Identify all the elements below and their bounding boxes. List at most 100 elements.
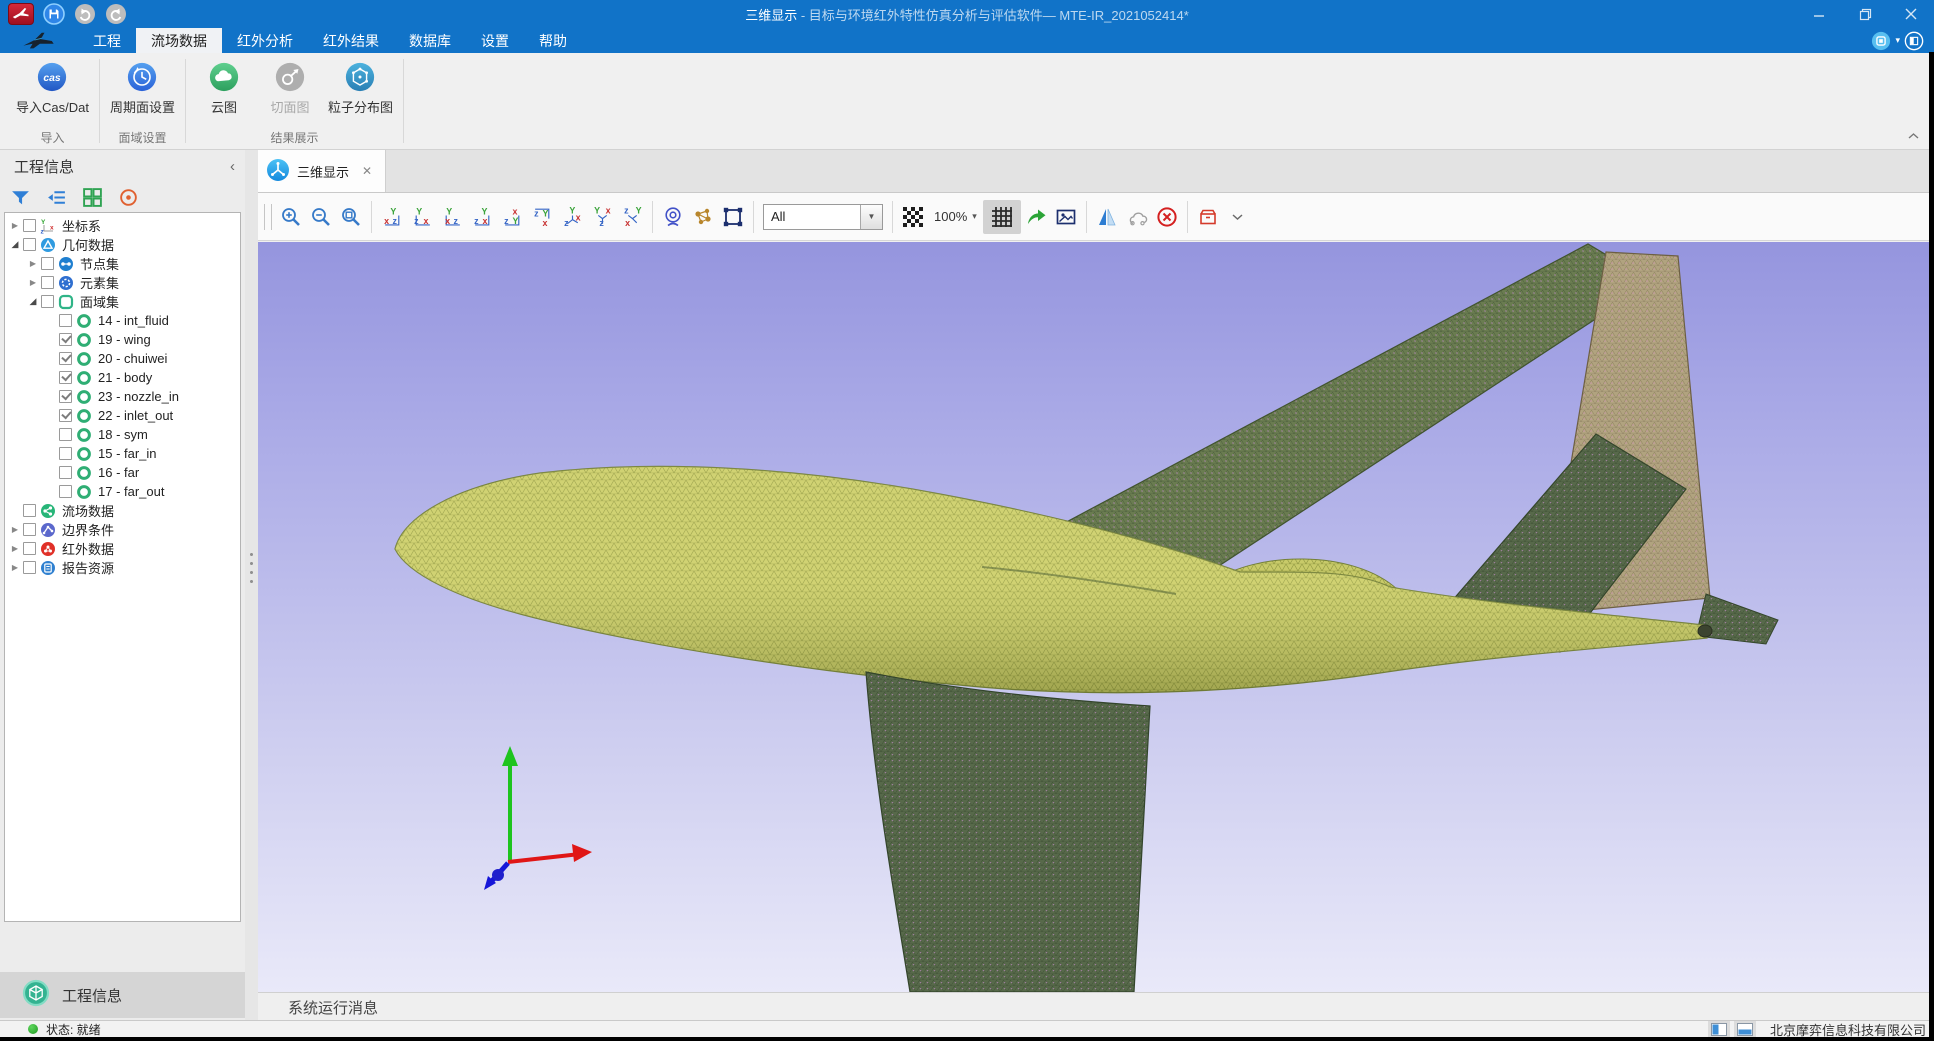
view-left-icon[interactable]: Yxz bbox=[437, 200, 467, 234]
probe-camera-icon[interactable] bbox=[658, 200, 688, 234]
tree-checkbox[interactable] bbox=[59, 409, 72, 422]
tree-checkbox[interactable] bbox=[59, 485, 72, 498]
checkerboard-icon[interactable] bbox=[898, 200, 928, 234]
tree-checkbox[interactable] bbox=[59, 371, 72, 384]
expander-collapsed-icon[interactable]: ▶ bbox=[27, 259, 39, 268]
tree-item-几何数据[interactable]: ◢几何数据 bbox=[5, 235, 240, 254]
tree-item-19 - wing[interactable]: 19 - wing bbox=[5, 330, 240, 349]
tree-item-边界条件[interactable]: ▶边界条件 bbox=[5, 520, 240, 539]
tree-item-红外数据[interactable]: ▶红外数据 bbox=[5, 539, 240, 558]
layout-bottom-panel-icon[interactable] bbox=[1734, 1021, 1756, 1037]
expander-collapsed-icon[interactable]: ▶ bbox=[27, 278, 39, 287]
view-iso-3-icon[interactable]: zYx bbox=[617, 200, 647, 234]
tab-close-icon[interactable]: ✕ bbox=[362, 164, 372, 178]
tree-checkbox[interactable] bbox=[23, 542, 36, 555]
tree-item-17 - far_out[interactable]: 17 - far_out bbox=[5, 482, 240, 501]
tree-item-坐标系[interactable]: ▶Yzx坐标系 bbox=[5, 216, 240, 235]
tree-checkbox[interactable] bbox=[23, 504, 36, 517]
share-arrow-icon[interactable] bbox=[1021, 200, 1051, 234]
menu-tab-红外分析[interactable]: 红外分析 bbox=[222, 28, 308, 53]
mirror-icon[interactable] bbox=[1092, 200, 1122, 234]
tree-checkbox[interactable] bbox=[23, 238, 36, 251]
expander-collapsed-icon[interactable]: ▶ bbox=[9, 544, 21, 553]
filter-funnel-icon[interactable] bbox=[10, 187, 31, 208]
view-iso-2-icon[interactable]: Yxz bbox=[587, 200, 617, 234]
tree-checkbox[interactable] bbox=[41, 295, 54, 308]
menu-tab-工程[interactable]: 工程 bbox=[78, 28, 136, 53]
viewport-3d[interactable] bbox=[258, 242, 1934, 992]
tree-item-节点集[interactable]: ▶节点集 bbox=[5, 254, 240, 273]
restore-button[interactable] bbox=[1842, 0, 1888, 28]
ribbon-button-周期面设置[interactable]: 周期面设置 bbox=[110, 61, 175, 116]
expander-collapsed-icon[interactable]: ▶ bbox=[9, 525, 21, 534]
view-front-icon[interactable]: Yxz bbox=[377, 200, 407, 234]
zoom-in-icon[interactable] bbox=[276, 200, 306, 234]
display-filter-combo[interactable]: All▼ bbox=[763, 204, 883, 230]
tree-item-23 - nozzle_in[interactable]: 23 - nozzle_in bbox=[5, 387, 240, 406]
menu-tab-数据库[interactable]: 数据库 bbox=[394, 28, 466, 53]
tree-item-16 - far[interactable]: 16 - far bbox=[5, 463, 240, 482]
save-button[interactable] bbox=[43, 3, 65, 25]
menu-tab-红外结果[interactable]: 红外结果 bbox=[308, 28, 394, 53]
filter-list-icon[interactable] bbox=[46, 187, 67, 208]
zoom-out-icon[interactable] bbox=[306, 200, 336, 234]
locate-target-icon[interactable] bbox=[118, 187, 139, 208]
tree-item-元素集[interactable]: ▶元素集 bbox=[5, 273, 240, 292]
expander-expanded-icon[interactable]: ◢ bbox=[27, 296, 39, 307]
tab-3d-view[interactable]: 三维显示 ✕ bbox=[258, 150, 386, 192]
chevron-down-icon[interactable]: ▾ bbox=[1895, 35, 1900, 46]
export-image-icon[interactable] bbox=[1051, 200, 1081, 234]
combo-dropdown-button[interactable]: ▼ bbox=[860, 205, 882, 229]
close-button[interactable] bbox=[1888, 0, 1934, 28]
ribbon-button-导入Cas/Dat[interactable]: cas导入Cas/Dat bbox=[16, 61, 89, 116]
minimize-button[interactable] bbox=[1796, 0, 1842, 28]
tree-item-流场数据[interactable]: 流场数据 bbox=[5, 501, 240, 520]
tree-checkbox[interactable] bbox=[59, 390, 72, 403]
expander-expanded-icon[interactable]: ◢ bbox=[9, 239, 21, 250]
layout-left-panel-icon[interactable] bbox=[1708, 1021, 1730, 1037]
project-info-button[interactable]: 工程信息 bbox=[0, 972, 245, 1018]
expander-collapsed-icon[interactable]: ▶ bbox=[9, 221, 21, 230]
tree-checkbox[interactable] bbox=[59, 428, 72, 441]
menu-tab-流场数据[interactable]: 流场数据 bbox=[136, 28, 222, 53]
tree-checkbox[interactable] bbox=[59, 333, 72, 346]
tree-item-20 - chuiwei[interactable]: 20 - chuiwei bbox=[5, 349, 240, 368]
tree-checkbox[interactable] bbox=[59, 466, 72, 479]
mesh-grid-icon[interactable] bbox=[983, 200, 1021, 234]
tree-item-报告资源[interactable]: ▶报告资源 bbox=[5, 558, 240, 577]
view-top-icon[interactable]: xzY bbox=[497, 200, 527, 234]
view-bottom-icon[interactable]: zYx bbox=[527, 200, 557, 234]
tree-checkbox[interactable] bbox=[41, 257, 54, 270]
expander-collapsed-icon[interactable]: ▶ bbox=[9, 563, 21, 572]
tree-checkbox[interactable] bbox=[41, 276, 54, 289]
tree-checkbox[interactable] bbox=[23, 219, 36, 232]
tree-checkbox[interactable] bbox=[23, 523, 36, 536]
zoom-fit-icon[interactable] bbox=[336, 200, 366, 234]
tree-checkbox[interactable] bbox=[59, 314, 72, 327]
toolbar-drag-handle[interactable] bbox=[264, 204, 272, 230]
tree-item-22 - inlet_out[interactable]: 22 - inlet_out bbox=[5, 406, 240, 425]
tree-item-面域集[interactable]: ◢面域集 bbox=[5, 292, 240, 311]
panel-collapse-button[interactable]: ‹ bbox=[230, 158, 235, 175]
ribbon-collapse-button[interactable] bbox=[1904, 129, 1922, 143]
zoom-level-dropdown[interactable]: 100%▾ bbox=[928, 200, 983, 234]
tree-item-14 - int_fluid[interactable]: 14 - int_fluid bbox=[5, 311, 240, 330]
tree-item-15 - far_in[interactable]: 15 - far_in bbox=[5, 444, 240, 463]
menu-tab-设置[interactable]: 设置 bbox=[466, 28, 524, 53]
ribbon-button-粒子分布图[interactable]: 粒子分布图 bbox=[328, 61, 393, 116]
appearance-icon[interactable] bbox=[1871, 31, 1891, 51]
tree-item-18 - sym[interactable]: 18 - sym bbox=[5, 425, 240, 444]
view-back-icon[interactable]: Yzx bbox=[407, 200, 437, 234]
panel-splitter[interactable] bbox=[245, 150, 258, 1022]
ribbon-button-云图[interactable]: 云图 bbox=[196, 61, 252, 116]
launch-jet-button[interactable] bbox=[8, 3, 34, 25]
undo-button[interactable] bbox=[74, 3, 96, 25]
redo-button[interactable] bbox=[105, 3, 127, 25]
menu-tab-帮助[interactable]: 帮助 bbox=[524, 28, 582, 53]
cancel-icon[interactable] bbox=[1152, 200, 1182, 234]
select-box-icon[interactable] bbox=[718, 200, 748, 234]
tree-checkbox[interactable] bbox=[59, 447, 72, 460]
view-iso-1-icon[interactable]: Yxz bbox=[557, 200, 587, 234]
tree-checkbox[interactable] bbox=[59, 352, 72, 365]
tree-item-21 - body[interactable]: 21 - body bbox=[5, 368, 240, 387]
